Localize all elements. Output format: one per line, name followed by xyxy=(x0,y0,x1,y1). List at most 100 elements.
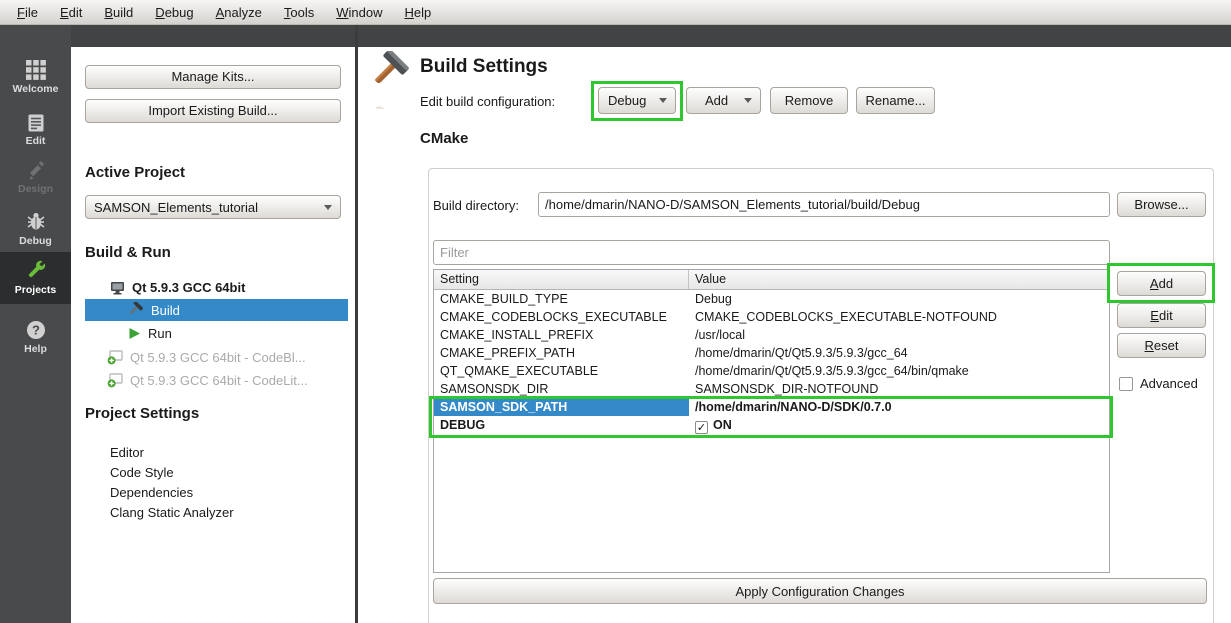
table-row[interactable]: CMAKE_BUILD_TYPEDebug xyxy=(434,290,1109,308)
sidebar-item-design: Design xyxy=(0,155,71,203)
setting-cell[interactable]: CMAKE_INSTALL_PREFIX xyxy=(434,326,689,344)
chevron-down-icon xyxy=(744,98,752,103)
kit-add-icon xyxy=(107,373,123,388)
menu-item-window[interactable]: Window xyxy=(325,2,393,23)
sidebar-item-label: Projects xyxy=(0,284,71,296)
value-cell[interactable]: ✓ON xyxy=(689,416,1109,434)
tree-item-label: Qt 5.9.3 GCC 64bit - CodeLit... xyxy=(130,373,308,388)
project-settings-heading: Project Settings xyxy=(85,405,199,422)
sidebar-item-welcome[interactable]: Welcome xyxy=(0,53,71,101)
mode-sidebar: Welcome Edit Design xyxy=(0,25,71,623)
chevron-down-icon xyxy=(659,98,667,103)
browse-button[interactable]: Browse... xyxy=(1117,192,1206,217)
advanced-label: Advanced xyxy=(1140,376,1198,391)
menu-item-file[interactable]: File xyxy=(6,2,49,23)
cmake-heading: CMake xyxy=(420,130,468,147)
settings-item-code-style[interactable]: Code Style xyxy=(110,465,174,480)
setting-cell[interactable]: SAMSON_SDK_PATH xyxy=(434,398,689,416)
projects-wrench-icon xyxy=(24,258,48,282)
manage-kits-button[interactable]: Manage Kits... xyxy=(85,65,341,89)
build-directory-label: Build directory: xyxy=(433,198,519,213)
sidebar-item-help[interactable]: ? Help xyxy=(0,313,71,361)
table-row[interactable]: CMAKE_CODEBLOCKS_EXECUTABLECMAKE_CODEBLO… xyxy=(434,308,1109,326)
edit-config-label: Edit build configuration: xyxy=(420,94,555,109)
tree-item-label: Qt 5.9.3 GCC 64bit - CodeBl... xyxy=(130,350,306,365)
tree-item-run[interactable]: Run xyxy=(128,324,172,343)
menu-item-debug[interactable]: Debug xyxy=(144,2,204,23)
table-row[interactable]: SAMSONSDK_DIRSAMSONSDK_DIR-NOTFOUND xyxy=(434,380,1109,398)
build-and-run-heading: Build & Run xyxy=(85,244,171,261)
apply-configuration-button[interactable]: Apply Configuration Changes xyxy=(433,578,1207,604)
sidebar-item-debug[interactable]: Debug xyxy=(0,205,71,253)
value-cell[interactable]: /home/dmarin/NANO-D/SDK/0.7.0 xyxy=(689,398,1109,416)
table-row[interactable]: CMAKE_PREFIX_PATH/home/dmarin/Qt/Qt5.9.3… xyxy=(434,344,1109,362)
setting-cell[interactable]: QT_QMAKE_EXECUTABLE xyxy=(434,362,689,380)
value-cell[interactable]: Debug xyxy=(689,290,1109,308)
tree-item-kit-codeblocks[interactable]: Qt 5.9.3 GCC 64bit - CodeBl... xyxy=(107,348,306,367)
setting-cell[interactable]: DEBUG xyxy=(434,416,689,434)
active-project-heading: Active Project xyxy=(85,164,185,181)
value-cell[interactable]: CMAKE_CODEBLOCKS_EXECUTABLE-NOTFOUND xyxy=(689,308,1109,326)
filter-input[interactable] xyxy=(433,240,1110,265)
column-header-value[interactable]: Value xyxy=(689,270,1109,289)
table-row[interactable]: SAMSON_SDK_PATH/home/dmarin/NANO-D/SDK/0… xyxy=(434,398,1109,416)
add-config-button[interactable]: Add xyxy=(686,87,761,114)
settings-item-dependencies[interactable]: Dependencies xyxy=(110,485,193,500)
cmake-table-body: CMAKE_BUILD_TYPEDebugCMAKE_CODEBLOCKS_EX… xyxy=(434,290,1109,434)
table-row[interactable]: QT_QMAKE_EXECUTABLE/home/dmarin/Qt/Qt5.9… xyxy=(434,362,1109,380)
menu-item-edit[interactable]: Edit xyxy=(49,2,93,23)
sidebar-item-edit[interactable]: Edit xyxy=(0,107,71,153)
active-project-select[interactable]: SAMSON_Elements_tutorial xyxy=(85,195,341,219)
build-settings-pane: Build Settings Edit build configuration:… xyxy=(358,47,1231,623)
advanced-row[interactable]: Advanced xyxy=(1119,376,1198,391)
table-header[interactable]: Setting Value xyxy=(434,270,1109,290)
menu-item-build[interactable]: Build xyxy=(93,2,144,23)
page-title: Build Settings xyxy=(420,56,548,78)
active-project-value: SAMSON_Elements_tutorial xyxy=(94,200,258,215)
sidebar-item-projects[interactable]: Projects xyxy=(0,252,71,304)
projects-panel: Manage Kits... Import Existing Build... … xyxy=(71,47,355,623)
table-row[interactable]: DEBUG✓ON xyxy=(434,416,1109,434)
value-checkbox[interactable]: ✓ xyxy=(695,421,708,434)
build-directory-input[interactable] xyxy=(538,192,1110,217)
menu-item-help[interactable]: Help xyxy=(393,2,442,23)
edit-document-icon xyxy=(26,113,46,133)
value-cell[interactable]: /usr/local xyxy=(689,326,1109,344)
menu-item-tools[interactable]: Tools xyxy=(273,2,325,23)
column-header-setting[interactable]: Setting xyxy=(434,270,689,289)
value-cell[interactable]: SAMSONSDK_DIR-NOTFOUND xyxy=(689,380,1109,398)
setting-cell[interactable]: CMAKE_BUILD_TYPE xyxy=(434,290,689,308)
sidebar-item-label: Design xyxy=(0,183,71,195)
edit-variable-button[interactable]: Edit xyxy=(1117,303,1206,328)
value-cell[interactable]: /home/dmarin/Qt/Qt5.9.3/5.9.3/gcc_64 xyxy=(689,344,1109,362)
tree-item-kit[interactable]: Qt 5.9.3 GCC 64bit xyxy=(110,278,245,297)
advanced-checkbox[interactable] xyxy=(1119,377,1133,391)
add-variable-button[interactable]: Add xyxy=(1117,271,1206,296)
menu-item-analyze[interactable]: Analyze xyxy=(205,2,273,23)
reset-variable-button[interactable]: Reset xyxy=(1117,333,1206,358)
setting-cell[interactable]: SAMSONSDK_DIR xyxy=(434,380,689,398)
settings-item-editor[interactable]: Editor xyxy=(110,445,144,460)
cmake-variables-table: Setting Value CMAKE_BUILD_TYPEDebugCMAKE… xyxy=(433,269,1110,573)
help-question-icon: ? xyxy=(25,319,47,341)
setting-cell[interactable]: CMAKE_PREFIX_PATH xyxy=(434,344,689,362)
settings-item-clang-analyzer[interactable]: Clang Static Analyzer xyxy=(110,505,234,520)
build-config-value: Debug xyxy=(608,93,646,108)
tree-item-kit-codelite[interactable]: Qt 5.9.3 GCC 64bit - CodeLit... xyxy=(107,371,308,390)
top-toolbar-strip xyxy=(0,25,1231,47)
design-pencil-icon xyxy=(26,161,46,181)
remove-config-button[interactable]: Remove xyxy=(770,87,848,114)
value-cell[interactable]: /home/dmarin/Qt/Qt5.9.3/5.9.3/gcc_64/bin… xyxy=(689,362,1109,380)
run-play-icon xyxy=(128,327,141,340)
svg-text:?: ? xyxy=(32,323,40,338)
tree-item-build[interactable]: Build xyxy=(85,299,348,321)
build-config-select[interactable]: Debug xyxy=(598,87,676,114)
setting-cell[interactable]: CMAKE_CODEBLOCKS_EXECUTABLE xyxy=(434,308,689,326)
table-row[interactable]: CMAKE_INSTALL_PREFIX/usr/local xyxy=(434,326,1109,344)
qt-creator-window: FileEditBuildDebugAnalyzeToolsWindowHelp… xyxy=(0,0,1231,623)
chevron-down-icon xyxy=(324,205,332,210)
rename-config-button[interactable]: Rename... xyxy=(856,87,935,114)
welcome-grid-icon xyxy=(25,59,47,81)
import-existing-build-button[interactable]: Import Existing Build... xyxy=(85,99,341,123)
build-settings-hammer-icon xyxy=(366,51,412,109)
